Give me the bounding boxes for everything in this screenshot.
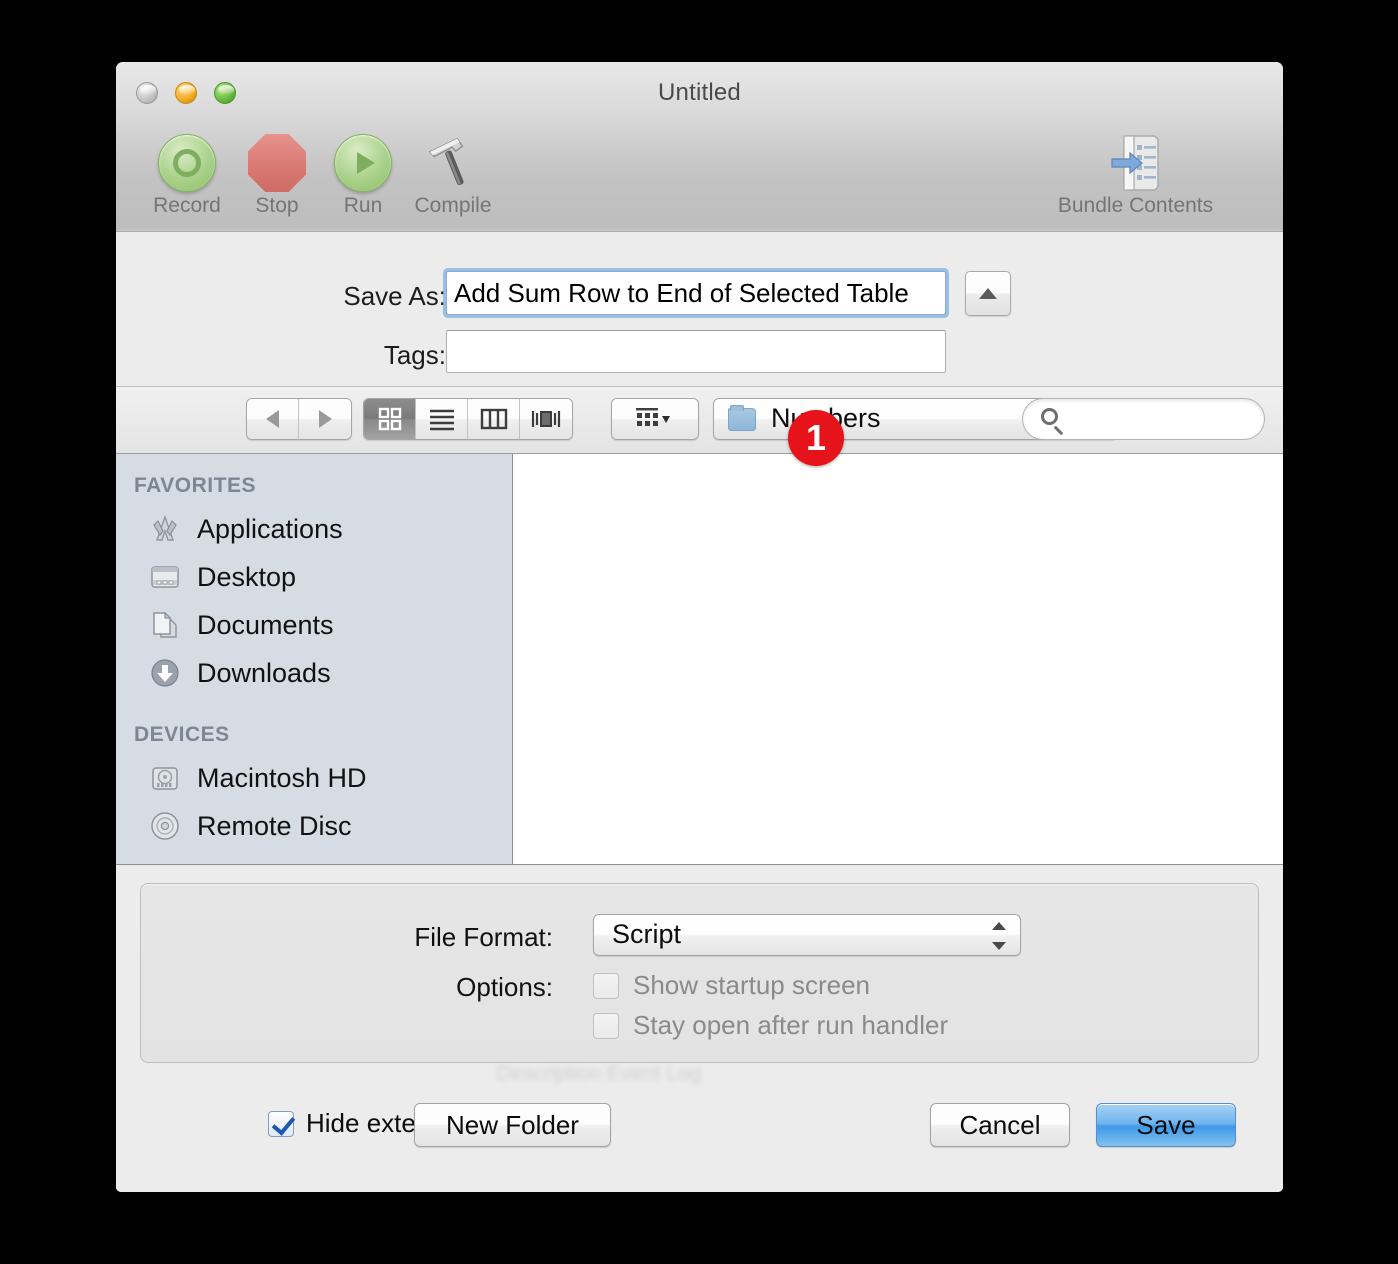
desktop-icon	[149, 561, 181, 593]
collapse-triangle-up-icon[interactable]	[965, 271, 1011, 316]
compile-button[interactable]: Compile	[402, 130, 504, 218]
record-button[interactable]: Record	[136, 130, 238, 218]
save-name-block: Save As: Add Sum Row to End of Selected …	[116, 233, 1283, 387]
option-label: Stay open after run handler	[633, 1010, 949, 1040]
sidebar-item-label: Remote Disc	[197, 810, 352, 841]
file-list-pane[interactable]	[513, 454, 1283, 864]
checkbox-unchecked-icon[interactable]	[593, 1012, 619, 1039]
sidebar-item-label: Documents	[197, 609, 334, 640]
editor-toolbar: Record Stop Run Compile Bundle Contents	[116, 122, 1283, 232]
tags-input[interactable]	[446, 330, 946, 373]
run-button-label: Run	[343, 194, 383, 217]
annotation-badge-1: 1	[788, 410, 844, 466]
search-icon	[1041, 408, 1058, 425]
file-browser-navbar: Numbers	[116, 387, 1283, 454]
folder-icon	[728, 405, 756, 431]
icon-view-button[interactable]	[364, 399, 416, 439]
option-stay-open-after-run-handler[interactable]: Stay open after run handler	[593, 1010, 948, 1041]
sidebar-section-devices-header: DEVICES	[134, 723, 230, 746]
cancel-button[interactable]: Cancel	[930, 1103, 1070, 1147]
save-as-input[interactable]: Add Sum Row to End of Selected Table	[446, 271, 946, 315]
harddisk-icon	[149, 762, 181, 794]
option-show-startup-screen[interactable]: Show startup screen	[593, 970, 870, 1001]
sidebar-item-label: Desktop	[197, 561, 297, 592]
coverflow-view-button[interactable]	[520, 399, 572, 439]
record-button-label: Record	[153, 194, 221, 217]
run-icon	[312, 130, 414, 196]
action-grid-icon[interactable]	[612, 399, 698, 439]
bundle-contents-label: Bundle Contents	[1057, 194, 1214, 217]
sidebar-item-macintosh-hd[interactable]: Macintosh HD	[116, 754, 512, 802]
save-button[interactable]: Save	[1096, 1103, 1236, 1147]
action-menu-button[interactable]	[611, 398, 699, 440]
applications-icon	[149, 513, 181, 545]
file-browser: FAVORITES Applications Desktop Documents…	[116, 454, 1283, 865]
file-format-label: File Format:	[414, 922, 553, 952]
checkbox-unchecked-icon[interactable]	[593, 972, 619, 999]
sidebar-item-label: Macintosh HD	[197, 762, 367, 793]
optical-disc-icon	[149, 810, 181, 842]
back-arrow-icon[interactable]	[247, 399, 299, 439]
column-view-button[interactable]	[468, 399, 520, 439]
option-label: Show startup screen	[633, 970, 871, 1000]
sidebar-item-documents[interactable]: Documents	[116, 601, 512, 649]
sidebar-item-label: Applications	[197, 513, 343, 544]
downloads-icon	[149, 657, 181, 689]
back-forward-control[interactable]	[246, 398, 352, 440]
file-format-value: Script	[612, 919, 682, 949]
save-options-box: File Format: Script Options: Show startu…	[140, 883, 1259, 1063]
checkbox-checked-icon[interactable]	[268, 1110, 294, 1137]
documents-icon	[149, 609, 181, 641]
sidebar: FAVORITES Applications Desktop Documents…	[116, 454, 513, 864]
list-view-button[interactable]	[416, 399, 468, 439]
tags-label: Tags:	[383, 340, 446, 370]
view-mode-control[interactable]	[363, 398, 573, 440]
window-title: Untitled	[658, 79, 741, 106]
compile-hammer-icon	[402, 130, 504, 196]
file-format-popup-button[interactable]: Script	[593, 914, 1021, 956]
script-editor-window: Untitled Record Stop Run Compile Bundle …	[116, 62, 1283, 1192]
file-format-stepper-icon	[992, 922, 1006, 950]
bundle-contents-icon	[1043, 130, 1228, 196]
search-input[interactable]	[1022, 398, 1265, 440]
behind-sheet-tabs: Description Event Log	[496, 1062, 702, 1085]
run-button[interactable]: Run	[312, 130, 414, 218]
save-sheet-bottom-bar: Hide extension New Folder Cancel Save	[116, 1077, 1283, 1177]
bundle-contents-button[interactable]: Bundle Contents	[1043, 130, 1228, 218]
window-titlebar: Untitled	[116, 62, 1283, 122]
sidebar-item-applications[interactable]: Applications	[116, 505, 512, 553]
sidebar-item-desktop[interactable]: Desktop	[116, 553, 512, 601]
sidebar-section-favorites-header: FAVORITES	[134, 474, 256, 497]
record-icon	[136, 130, 238, 196]
save-as-label: Save As:	[343, 281, 446, 311]
forward-arrow-icon[interactable]	[299, 399, 351, 439]
sidebar-item-downloads[interactable]: Downloads	[116, 649, 512, 697]
save-sheet: Save As: Add Sum Row to End of Selected …	[116, 233, 1283, 1192]
options-label: Options:	[456, 972, 553, 1002]
sidebar-item-label: Downloads	[197, 657, 331, 688]
new-folder-button[interactable]: New Folder	[414, 1103, 611, 1147]
sidebar-item-remote-disc[interactable]: Remote Disc	[116, 802, 512, 850]
compile-button-label: Compile	[414, 194, 492, 217]
save-options-area: File Format: Script Options: Show startu…	[116, 865, 1283, 1077]
